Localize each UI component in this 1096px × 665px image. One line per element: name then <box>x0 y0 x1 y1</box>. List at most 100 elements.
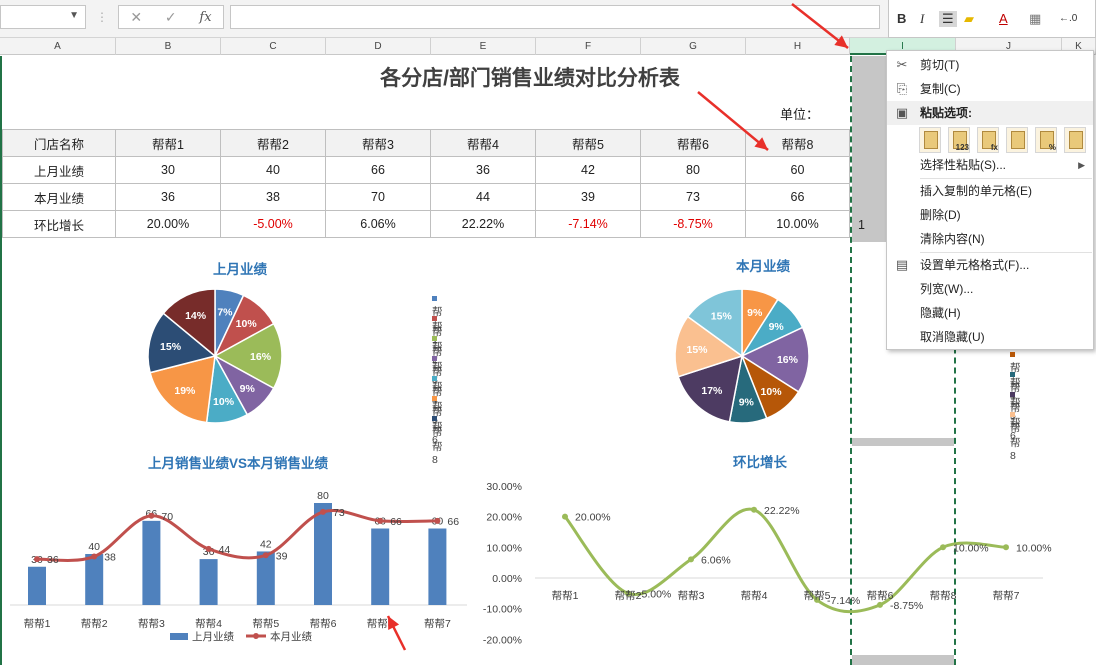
align-center-icon[interactable]: ☰ <box>939 11 957 27</box>
paste-badge: 123 <box>955 143 969 152</box>
paste-formatting-button[interactable]: % <box>1035 127 1057 153</box>
pie1-data-label: 16% <box>250 351 272 363</box>
growth-ytick-label: 0.00% <box>492 573 522 585</box>
growth-data-label: -5.00% <box>638 588 671 600</box>
growth-category-label: 帮帮1 <box>552 590 579 602</box>
italic-button[interactable]: I <box>920 11 924 27</box>
legend-swatch <box>432 355 437 361</box>
menu-item-delete[interactable]: 删除(D) <box>887 203 1093 227</box>
combo-line-point <box>262 552 269 559</box>
combo-legend-label: 上月业绩 <box>192 630 234 643</box>
combo-line-label: 39 <box>276 550 288 562</box>
menu-item-clear[interactable]: 清除内容(N) <box>887 227 1093 251</box>
pie2-data-label: 9% <box>747 307 763 319</box>
growth-category-label: 帮帮3 <box>678 590 705 602</box>
growth-point <box>751 506 757 513</box>
scissors-icon: ✂ <box>896 57 908 72</box>
context-menu: ✂ 剪切(T) ⎘ 复制(C) ▣ 粘贴选项: 123 fx % 选择性粘贴(S)..… <box>886 50 1094 350</box>
growth-category-label: 帮帮8 <box>930 590 957 602</box>
growth-point <box>688 556 694 563</box>
menu-item-cut[interactable]: ✂ 剪切(T) <box>887 53 1093 77</box>
paste-transpose-button[interactable] <box>1006 127 1028 153</box>
combo-bar <box>142 520 161 605</box>
growth-data-label: 22.22% <box>764 505 800 517</box>
combo-bar <box>85 554 104 605</box>
menu-item-label: 粘贴选项: <box>920 106 972 120</box>
growth-category-label: 帮帮6 <box>867 590 894 602</box>
growth-category-label: 帮帮2 <box>615 590 642 602</box>
growth-ytick-label: -10.00% <box>483 604 522 616</box>
pie1-data-label: 7% <box>217 307 233 319</box>
combo-line-point <box>34 556 40 563</box>
combo-category-label: 帮帮4 <box>195 618 222 630</box>
legend-swatch <box>1010 391 1015 397</box>
menu-header-paste-options: ▣ 粘贴选项: <box>887 101 1093 125</box>
menu-item-label: 插入复制的单元格(E) <box>920 184 1032 198</box>
legend-swatch <box>1010 411 1015 417</box>
pie1-data-label: 15% <box>160 341 182 353</box>
growth-data-label: -8.75% <box>890 600 923 612</box>
menu-item-label: 复制(C) <box>920 82 961 96</box>
legend-label: 帮帮8 <box>1010 422 1021 462</box>
paste-link-button[interactable] <box>1064 127 1086 153</box>
combo-category-label: 帮帮3 <box>138 618 165 630</box>
pie1-data-label: 10% <box>213 396 235 408</box>
growth-ytick-label: -20.00% <box>483 634 522 646</box>
combo-bar-label: 42 <box>260 538 272 550</box>
legend-swatch <box>1010 351 1015 357</box>
growth-category-label: 帮帮5 <box>804 590 831 602</box>
growth-point <box>940 544 946 551</box>
pie2-data-label: 17% <box>701 385 723 397</box>
menu-item-label: 删除(D) <box>920 208 961 222</box>
menu-item-format-cells[interactable]: ▤ 设置单元格格式(F)... <box>887 253 1093 277</box>
annotation-arrow <box>697 91 769 151</box>
combo-line-point <box>148 512 155 519</box>
fill-color-icon[interactable]: ▰ <box>964 11 974 27</box>
menu-item-hide[interactable]: 隐藏(H) <box>887 301 1093 325</box>
menu-item-copy[interactable]: ⎘ 复制(C) <box>887 77 1093 101</box>
paste-formulas-button[interactable]: fx <box>977 127 999 153</box>
combo-bar <box>256 551 275 605</box>
bold-button[interactable]: B <box>897 11 906 26</box>
combo-bar <box>371 528 390 605</box>
growth-ytick-label: 10.00% <box>486 542 522 554</box>
growth-point <box>1003 544 1009 551</box>
pie2-data-label: 15% <box>711 310 733 322</box>
growth-category-label: 帮帮7 <box>993 590 1020 602</box>
combo-category-label: 帮帮2 <box>81 618 108 630</box>
legend-swatch <box>432 315 437 321</box>
combo-bar-label: 80 <box>317 490 329 502</box>
menu-item-insert-copied[interactable]: 插入复制的单元格(E) <box>887 179 1093 203</box>
pie1-data-label: 10% <box>236 318 258 330</box>
growth-data-label: 10.00% <box>953 542 989 554</box>
menu-item-unhide[interactable]: 取消隐藏(U) <box>887 325 1093 349</box>
legend-swatch <box>432 415 437 421</box>
pie2-data-label: 15% <box>686 344 708 356</box>
growth-ytick-label: 30.00% <box>486 481 522 493</box>
combo-line-label: 38 <box>104 552 116 564</box>
growth-data-label: 6.06% <box>701 554 731 566</box>
paste-values-button[interactable]: 123 <box>948 127 970 153</box>
paste-icon: ▣ <box>895 105 909 120</box>
paste-badge: fx <box>990 143 998 152</box>
copy-icon: ⎘ <box>896 81 908 96</box>
combo-legend-swatch <box>170 633 188 640</box>
borders-icon[interactable]: ▦ <box>1029 11 1041 27</box>
combo-line-point <box>91 553 98 560</box>
increase-decimal-icon[interactable]: ←.0 <box>1059 13 1077 24</box>
menu-item-paste-special[interactable]: 选择性粘贴(S)... ▶ <box>887 153 1093 177</box>
growth-data-label: 20.00% <box>575 512 611 524</box>
pie1-data-label: 14% <box>185 310 207 322</box>
paste-badge: % <box>1048 143 1056 152</box>
combo-category-label: 帮帮5 <box>252 618 279 630</box>
legend-item: 帮帮8 <box>1010 408 1021 462</box>
menu-item-label: 清除内容(N) <box>920 232 985 246</box>
menu-item-column-width[interactable]: 列宽(W)... <box>887 277 1093 301</box>
paste-button[interactable] <box>919 127 941 153</box>
mini-toolbar: B I ☰ ▰ A ▦ ←.0 <box>888 0 1096 38</box>
format-cells-icon: ▤ <box>895 257 909 272</box>
combo-category-label: 帮帮1 <box>24 618 51 630</box>
font-color-button[interactable]: A <box>999 11 1008 26</box>
combo-line-label: 73 <box>333 507 345 519</box>
menu-item-label: 选择性粘贴(S)... <box>920 158 1006 172</box>
